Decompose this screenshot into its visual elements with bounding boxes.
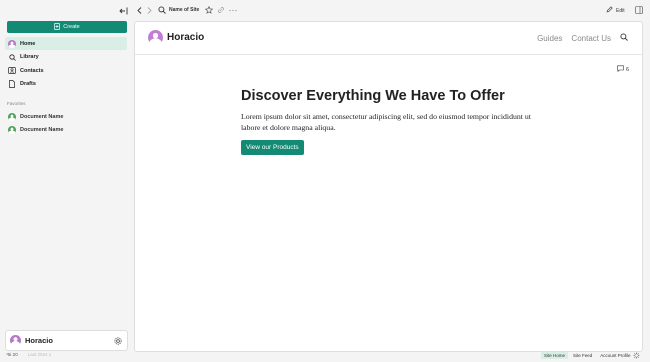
- create-button[interactable]: Create: [7, 21, 127, 33]
- sidebar-item-label: Home: [20, 40, 36, 47]
- tab-site-feed[interactable]: Site Feed: [570, 352, 595, 359]
- more-icon[interactable]: [228, 5, 237, 15]
- avatar-icon: [10, 335, 21, 346]
- sidebar-item-home[interactable]: Home: [5, 37, 127, 50]
- new-document-icon: [54, 22, 61, 32]
- site-title[interactable]: Horacio: [167, 32, 204, 43]
- collapse-sidebar-icon[interactable]: [117, 5, 129, 17]
- sidebar-item-drafts[interactable]: Drafts: [5, 78, 127, 91]
- profile-name: Horacio: [25, 336, 53, 345]
- status-faint-text: Last 2024 1: [27, 352, 52, 357]
- sidebar-item-contacts[interactable]: Contacts: [5, 64, 127, 77]
- document-icon: [8, 80, 16, 89]
- favorites-heading: Favorites: [7, 101, 26, 106]
- tab-site-home[interactable]: Site Home: [541, 352, 569, 359]
- favorite-item[interactable]: Document Name: [5, 124, 127, 137]
- sidebar-item-label: Contacts: [20, 67, 44, 74]
- footer-tabs: Site Home Site Feed Account Profile: [541, 352, 634, 359]
- back-icon[interactable]: [135, 5, 143, 15]
- avatar-icon: [8, 112, 16, 121]
- sidebar: Create Home Library Contacts Drafts Favo…: [0, 0, 133, 362]
- profile-card[interactable]: Horacio: [5, 330, 128, 351]
- avatar-icon: [8, 126, 16, 135]
- search-icon[interactable]: [620, 33, 628, 43]
- edit-button[interactable]: Edit: [606, 6, 625, 15]
- search-icon[interactable]: [157, 5, 167, 15]
- hero-text: Lorem ipsum dolor sit amet, consectetur …: [241, 112, 531, 132]
- create-label: Create: [63, 24, 80, 30]
- site-preview-panel: Horacio Guides Contact Us 6 Discover Eve…: [134, 21, 643, 352]
- view-products-button[interactable]: View our Products: [241, 140, 304, 155]
- tab-account-profile[interactable]: Account Profile: [597, 352, 633, 359]
- star-icon[interactable]: [204, 5, 213, 15]
- avatar-icon: [8, 39, 16, 48]
- search-icon: [8, 53, 16, 61]
- favorite-item[interactable]: Document Name: [5, 110, 127, 123]
- site-nav-contact-us[interactable]: Contact Us: [571, 34, 611, 43]
- gear-icon[interactable]: [112, 335, 123, 346]
- hero-title: Discover Everything We Have To Offer: [241, 88, 505, 104]
- comment-count: 6: [626, 66, 630, 73]
- favorite-label: Document Name: [20, 127, 64, 134]
- comment-icon: [617, 65, 624, 74]
- sidebar-item-label: Drafts: [20, 81, 36, 88]
- loading-spinner-icon[interactable]: [632, 351, 641, 360]
- contact-card-icon: [8, 67, 16, 75]
- favorite-label: Document Name: [20, 113, 64, 120]
- status-bar: ⁴5i 20 Last 2024 1: [6, 352, 51, 357]
- sidebar-nav: Home Library Contacts Drafts: [5, 37, 127, 91]
- comments-button[interactable]: 6: [617, 65, 629, 74]
- site-name-breadcrumb[interactable]: Name of Site: [169, 7, 199, 13]
- hero-section: Discover Everything We Have To Offer Lor…: [241, 88, 541, 155]
- sidebar-item-label: Library: [20, 54, 39, 61]
- site-header: Horacio Guides Contact Us: [135, 22, 642, 55]
- forward-icon[interactable]: [145, 5, 153, 15]
- edit-label: Edit: [616, 7, 625, 14]
- site-nav: Guides Contact Us: [537, 33, 628, 43]
- site-avatar: [148, 30, 163, 45]
- sidebar-item-library[interactable]: Library: [5, 51, 127, 64]
- favorites-list: Document Name Document Name: [5, 110, 127, 137]
- site-nav-guides[interactable]: Guides: [537, 34, 562, 43]
- version-label: ⁴5i 20: [6, 352, 18, 357]
- pencil-icon: [606, 6, 613, 15]
- panel-toggle-icon[interactable]: [634, 5, 643, 15]
- link-icon[interactable]: [216, 5, 225, 15]
- top-toolbar: Name of Site Edit: [133, 0, 650, 20]
